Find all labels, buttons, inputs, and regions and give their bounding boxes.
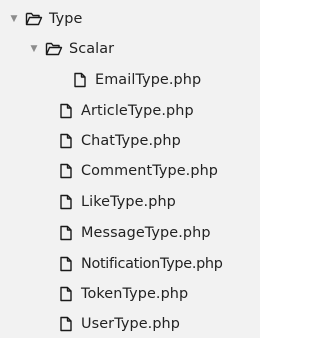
tree-file-emailtype[interactable]: EmailType.php xyxy=(70,67,201,93)
file-tree: ▼ Type ▼ Scalar EmailType.php ArticleTyp… xyxy=(0,0,260,338)
tree-file-label: MessageType.php xyxy=(81,225,211,241)
tree-file-label: UserType.php xyxy=(81,316,181,332)
tree-file-usertype[interactable]: UserType.php xyxy=(56,311,180,337)
file-icon xyxy=(56,314,76,334)
file-icon xyxy=(56,254,76,274)
file-icon xyxy=(70,70,90,90)
tree-folder-scalar[interactable]: ▼ Scalar xyxy=(28,36,115,62)
tree-file-label: CommentType.php xyxy=(81,163,219,179)
file-icon xyxy=(56,192,76,212)
tree-file-messagetype[interactable]: MessageType.php xyxy=(56,220,211,246)
folder-open-icon xyxy=(44,39,64,59)
tree-file-label: NotificationType.php xyxy=(81,256,223,272)
tree-file-liketype[interactable]: LikeType.php xyxy=(56,189,176,215)
file-icon xyxy=(56,101,76,121)
chevron-down-icon[interactable]: ▼ xyxy=(8,6,20,32)
tree-file-notificationtype[interactable]: NotificationType.php xyxy=(56,251,223,277)
tree-file-label: TokenType.php xyxy=(81,286,189,302)
chevron-down-icon[interactable]: ▼ xyxy=(28,36,40,62)
tree-folder-label: Type xyxy=(49,11,83,27)
tree-file-chattype[interactable]: ChatType.php xyxy=(56,128,181,154)
tree-file-commenttype[interactable]: CommentType.php xyxy=(56,158,218,184)
tree-folder-label: Scalar xyxy=(69,41,115,57)
tree-file-articletype[interactable]: ArticleType.php xyxy=(56,98,194,124)
file-icon xyxy=(56,131,76,151)
file-icon xyxy=(56,284,76,304)
file-icon xyxy=(56,223,76,243)
tree-folder-type[interactable]: ▼ Type xyxy=(8,6,83,32)
file-icon xyxy=(56,161,76,181)
tree-file-label: EmailType.php xyxy=(95,72,202,88)
tree-file-label: ChatType.php xyxy=(81,133,181,149)
folder-open-icon xyxy=(24,9,44,29)
tree-file-tokentype[interactable]: TokenType.php xyxy=(56,281,188,307)
tree-file-label: ArticleType.php xyxy=(81,103,194,119)
tree-file-label: LikeType.php xyxy=(81,194,176,210)
